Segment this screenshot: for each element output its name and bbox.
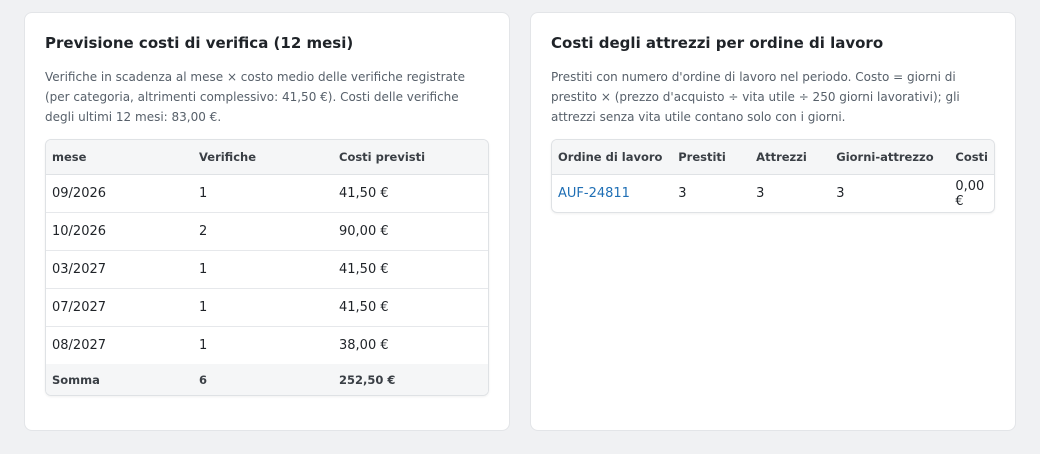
cost-cell: 38,00 € [339,338,389,353]
table-row: 07/2027 1 41,50 € [46,288,488,327]
table-row: 08/2027 1 38,00 € [46,327,488,365]
column-header-work-order: Ordine di lavoro [552,140,673,175]
tool-costs-description: Prestiti con numero d'ordine di lavoro n… [551,70,960,124]
work-order-cell: AUF-24811 [552,175,672,213]
count-cell: 2 [193,212,333,251]
column-header-forecast-cost: Costi previsti [333,140,488,175]
cost-cell: 41,50 € [333,250,488,289]
total-label: Somma [46,364,193,395]
month-cell: 09/2026 [46,174,193,213]
table-row: 10/2026 2 90,00 € [46,212,488,251]
loans-cell: 3 [678,186,687,201]
cost-cell: 90,00 € [333,212,488,251]
cost-cell: 41,50 € [333,288,488,327]
forecast-card: Previsione costi di verifica (12 mesi) V… [24,12,510,431]
total-row: Somma 6 252,50 € [46,364,488,395]
month-cell: 10/2026 [46,212,193,251]
forecast-header-row: mese Verifiche Costi previsti [46,140,488,175]
forecast-table: mese Verifiche Costi previsti 09/2026 1 … [46,140,488,395]
total-count: 6 [193,364,333,395]
column-header-tools: Attrezzi [750,140,831,175]
count-cell: 1 [199,338,208,353]
forecast-description: Verifiche in scadenza al mese × costo me… [45,70,465,124]
tool-costs-title: Costi degli attrezzi per ordine di lavor… [551,34,884,52]
column-header-month: mese [46,140,193,175]
forecast-title: Previsione costi di verifica (12 mesi) [45,34,354,52]
cost-cell: 41,50 € [333,174,488,213]
tool-costs-card: Costi degli attrezzi per ordine di lavor… [530,12,1016,431]
tool-days-cell: 3 [836,186,845,201]
month-cell: 03/2027 [46,250,193,289]
forecast-table-wrapper: mese Verifiche Costi previsti 09/2026 1 … [45,139,489,396]
column-header-tool-days: Giorni-attrezzo [830,140,950,175]
table-row: 09/2026 1 41,50 € [46,174,488,213]
month-cell: 08/2027 [52,338,107,353]
tool-costs-header-row: Ordine di lavoro Prestiti Attrezzi Giorn… [552,140,994,175]
count-cell: 1 [193,174,333,213]
work-order-link[interactable]: AUF-24811 [558,186,630,201]
count-cell: 1 [193,250,333,289]
column-header-loans: Prestiti [672,140,751,175]
count-cell: 1 [193,288,333,327]
table-row: AUF-24811 3 3 3 0,00 € [552,175,994,213]
tool-costs-table-wrapper: Ordine di lavoro Prestiti Attrezzi Giorn… [551,139,995,213]
column-header-costs: Costi [949,140,994,175]
total-cost: 252,50 € [333,364,488,395]
table-row: 03/2027 1 41,50 € [46,250,488,289]
tools-cell: 3 [756,186,765,201]
tool-costs-table: Ordine di lavoro Prestiti Attrezzi Giorn… [552,140,994,212]
month-cell: 07/2027 [46,288,193,327]
cost-cell: 0,00 € [955,178,985,209]
column-header-verifications: Verifiche [193,140,333,175]
